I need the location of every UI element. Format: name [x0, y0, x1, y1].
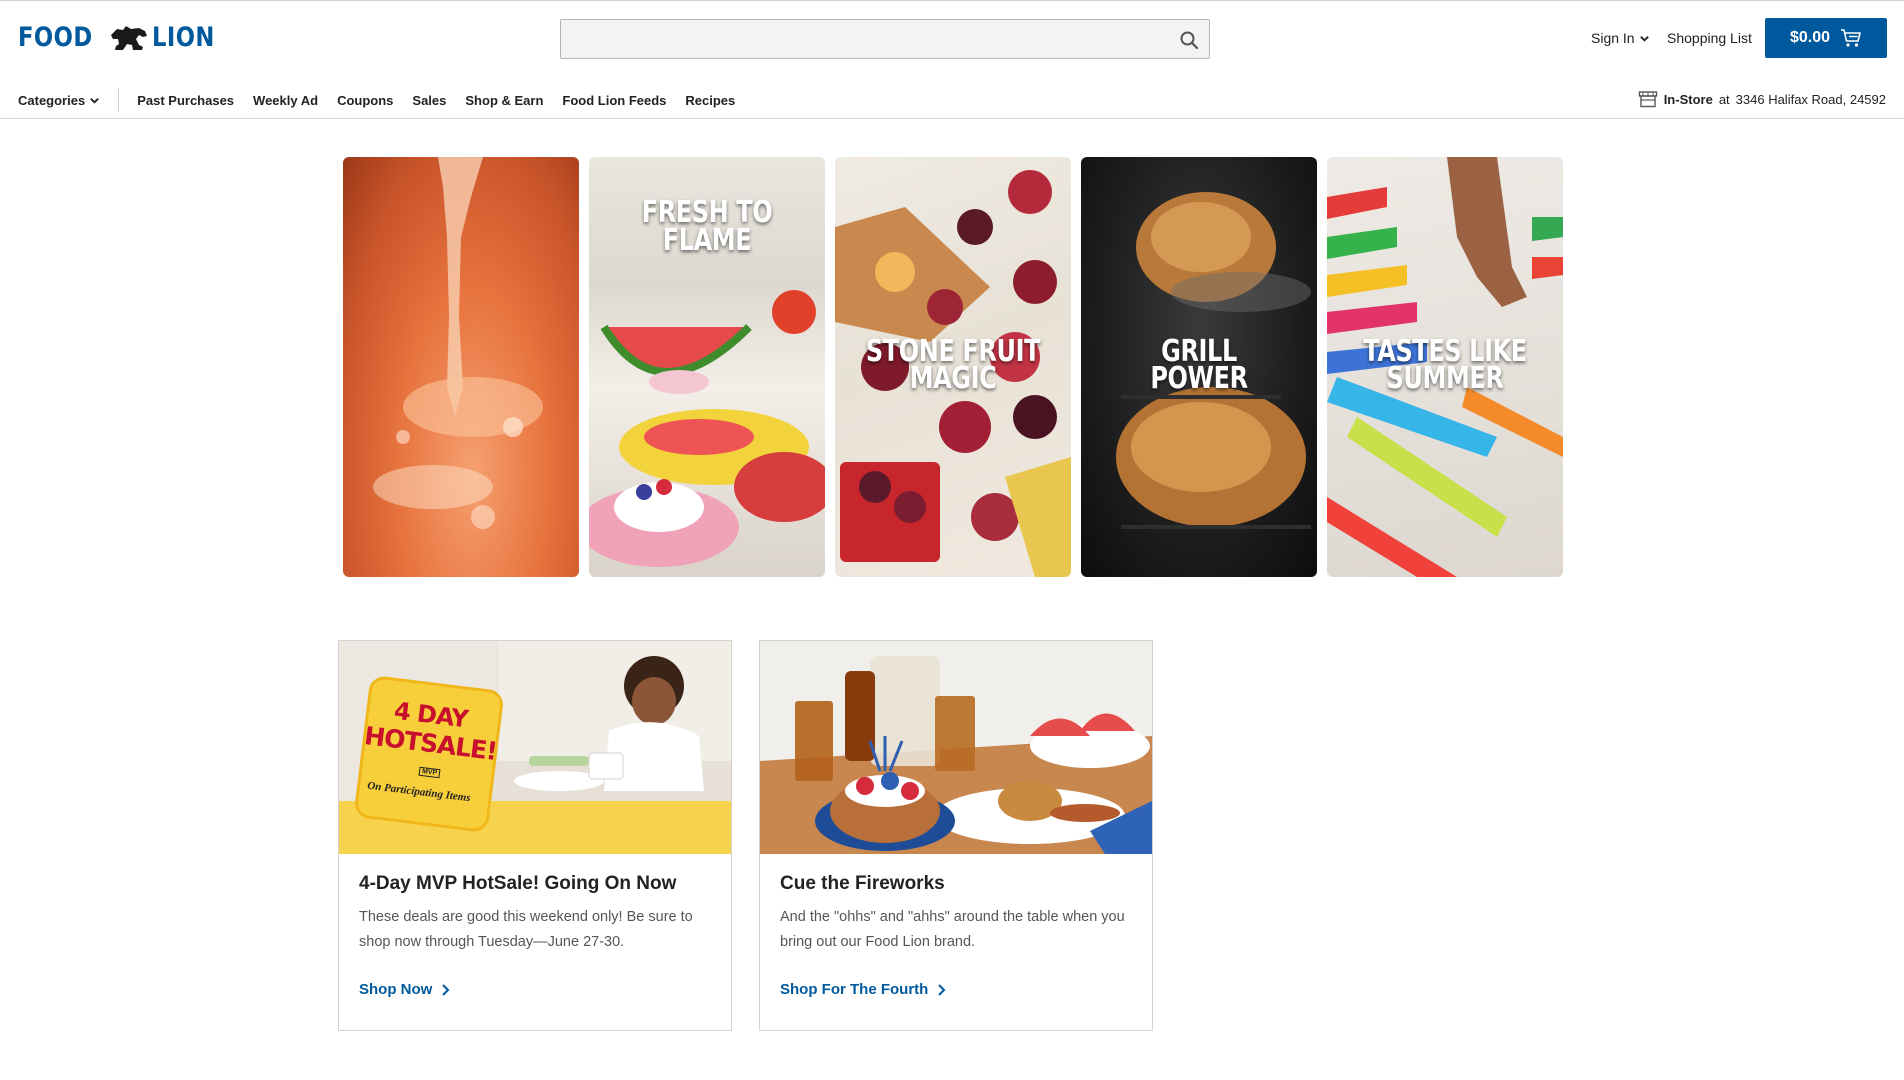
categories-label: Categories [18, 92, 86, 108]
search-icon [1180, 31, 1199, 50]
store-at: at [1718, 91, 1730, 107]
card-description: And the "ohhs" and "ahhs" around the tab… [780, 909, 1125, 950]
search-button[interactable] [1177, 28, 1201, 52]
chevron-down-icon [90, 97, 100, 104]
chevron-down-icon [1639, 35, 1649, 42]
nav-item-past-purchases[interactable]: Past Purchases [137, 93, 234, 108]
store-address: 3346 Halifax Road, 24592 [1735, 91, 1886, 107]
nav-item-recipes[interactable]: Recipes [685, 93, 735, 108]
card-fireworks: Cue the Fireworks And the "ohhs" and "ah… [759, 640, 1153, 1031]
cart-total: $0.00 [1789, 29, 1831, 46]
search-bar [560, 19, 1210, 59]
tile-label: TASTES LIKE SUMMER [1363, 333, 1527, 397]
food-lion-logo[interactable]: FOOD LION [18, 21, 227, 53]
store-selector[interactable]: In-Store at 3346 Halifax Road, 24592 [1638, 90, 1886, 108]
shop-now-label: Shop Now [359, 981, 433, 998]
store-icon [1638, 91, 1657, 108]
promo-tile-drink[interactable] [343, 157, 579, 577]
main-nav: Categories Past Purchases Weekly Ad Coup… [18, 88, 735, 112]
categories-dropdown[interactable]: Categories [18, 88, 120, 112]
fourth-of-july-photo [760, 641, 1152, 854]
logo-text-lion: LION [151, 21, 215, 53]
nav-item-food-lion-feeds[interactable]: Food Lion Feeds [562, 93, 666, 108]
fireworks-image [760, 641, 1152, 854]
content-cards: 4 DAY HOTSALE! MVP On Participating Item… [338, 640, 1153, 1031]
search-input[interactable] [561, 20, 1161, 58]
logo-text-food: FOOD [18, 21, 93, 53]
shopping-list-link[interactable]: Shopping List [1667, 30, 1752, 46]
nav-item-sales[interactable]: Sales [412, 93, 446, 108]
promo-tile-grill-power[interactable]: GRILL POWER [1081, 157, 1317, 577]
nav-item-coupons[interactable]: Coupons [337, 93, 393, 108]
card-title: Cue the Fireworks [780, 873, 945, 894]
shop-for-the-fourth-label: Shop For The Fourth [780, 981, 929, 998]
chevron-right-icon [442, 983, 450, 996]
nav-item-shop-and-earn[interactable]: Shop & Earn [465, 93, 543, 108]
shop-for-the-fourth-link[interactable]: Shop For The Fourth [780, 981, 946, 998]
store-mode: In-Store [1663, 91, 1713, 107]
card-title: 4-Day MVP HotSale! Going On Now [359, 873, 677, 894]
tile-label: STONE FRUIT MAGIC [865, 333, 1041, 397]
lion-logo-icon [110, 26, 147, 50]
tile-label: FRESH TO FLAME [641, 195, 773, 258]
sign-in-dropdown[interactable]: Sign In [1591, 30, 1650, 46]
cart-icon [1841, 29, 1861, 47]
nav-item-weekly-ad[interactable]: Weekly Ad [253, 93, 318, 108]
chevron-right-icon [938, 983, 946, 996]
tile-label: GRILL POWER [1150, 333, 1248, 397]
cart-button[interactable]: $0.00 [1765, 18, 1887, 58]
site-header: FOOD LION Sign In Shopping List $0.00 Ca… [0, 1, 1904, 119]
sign-in-label: Sign In [1591, 30, 1635, 46]
promo-tile-tastes-like-summer[interactable]: TASTES LIKE SUMMER [1327, 157, 1563, 577]
hotsale-image: 4 DAY HOTSALE! MVP On Participating Item… [339, 641, 731, 854]
promo-tile-stone-fruit[interactable]: STONE FRUIT MAGIC [835, 157, 1071, 577]
card-description: These deals are good this weekend only! … [359, 909, 693, 950]
card-hotsale: 4 DAY HOTSALE! MVP On Participating Item… [338, 640, 732, 1031]
promo-tiles: FRESH TO FLAME STONE FRUIT MAGIC GRILL P… [343, 157, 1563, 577]
promo-tile-fresh-to-flame[interactable]: FRESH TO FLAME [589, 157, 825, 577]
pouring-drink-image [373, 157, 543, 529]
shop-now-link[interactable]: Shop Now [359, 981, 450, 998]
